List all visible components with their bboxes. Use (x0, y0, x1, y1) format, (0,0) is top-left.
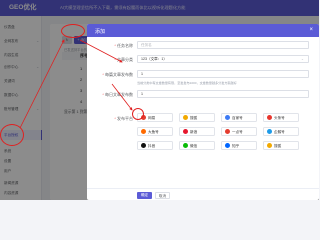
sohu-icon (183, 115, 188, 121)
toutiao-icon (267, 115, 272, 121)
chevron-down-icon: ⌄ (300, 57, 304, 61)
wechat-icon (183, 143, 188, 149)
dayu-icon (141, 129, 146, 135)
platform-option[interactable]: 新浪 (179, 127, 215, 136)
platform-option[interactable]: 头条号 (263, 113, 299, 122)
publish-count-input[interactable]: 1 (137, 70, 309, 78)
modal-header: 添加 × (87, 24, 319, 37)
platform-option[interactable]: 百家号 (221, 113, 257, 122)
modal-footer: 确定 取消 (87, 188, 319, 200)
yidian-icon (225, 129, 230, 135)
task-name-label: * 任务名称 (114, 43, 133, 48)
douyin-icon (141, 143, 146, 149)
annotation-circle-sidebar (0, 124, 24, 146)
platform-option[interactable]: 搜狐 (179, 113, 215, 122)
task-name-input[interactable]: 任务名 (137, 41, 309, 49)
platform-option[interactable]: 大鱼号 (137, 127, 173, 136)
platform-option[interactable]: 抖音 (137, 141, 173, 150)
annotation-circle-platform (132, 108, 144, 120)
article-category-value: 123（文章：1） (141, 57, 167, 61)
add-task-modal: 添加 × * 任务名称 任务名 * 文章分类 123（文章：1） ⌄ * 每篇文… (87, 24, 319, 200)
modal-title: 添加 (95, 28, 106, 35)
platform-option[interactable]: 一点号 (221, 127, 257, 136)
sohu-icon (267, 143, 272, 149)
daily-publish-input[interactable]: 1 (137, 90, 309, 98)
qie-icon (267, 129, 272, 135)
publish-count-help: 当前分类中有文章数量有限，至发发布1000，文章数量越多分发方案越好 (137, 81, 237, 85)
confirm-button[interactable]: 确定 (137, 191, 152, 199)
platform-option[interactable]: 微信 (179, 141, 215, 150)
annotation-circle-add (61, 24, 85, 38)
platform-option[interactable]: 搜狐 (263, 141, 299, 150)
baijiahao-icon (225, 115, 230, 121)
article-category-label: * 文章分类 (114, 57, 133, 62)
article-category-select[interactable]: 123（文章：1） ⌄ (137, 55, 309, 63)
platform-option[interactable]: 企鹅号 (263, 127, 299, 136)
close-icon[interactable]: × (309, 27, 313, 33)
platform-label: * 发布平台 (114, 116, 133, 121)
publish-count-label: * 每篇文章发布数 (102, 72, 133, 77)
cancel-button[interactable]: 取消 (155, 191, 170, 199)
zhihu-icon (225, 143, 230, 149)
sina-icon (183, 129, 188, 135)
daily-publish-label: * 每日文章发布数 (102, 92, 133, 97)
platform-option[interactable]: 知乎 (221, 141, 257, 150)
